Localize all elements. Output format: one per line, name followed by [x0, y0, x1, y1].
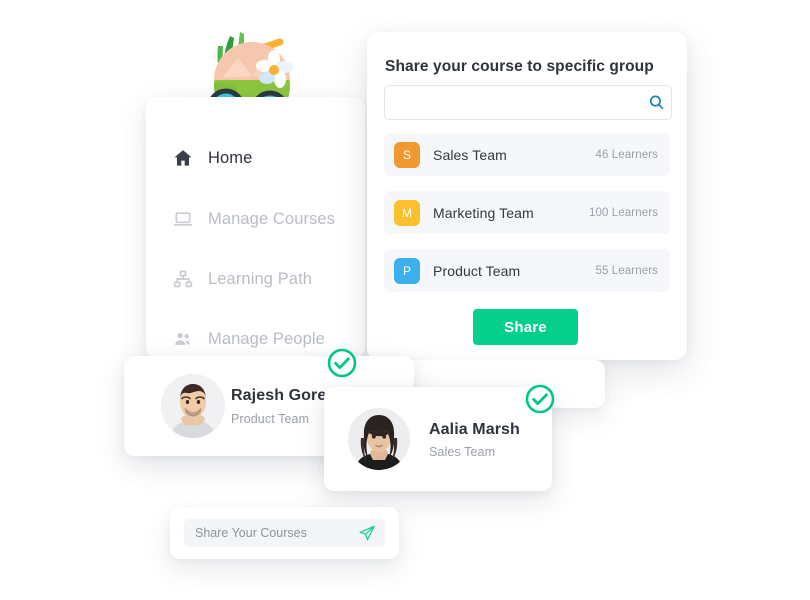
person-team: Sales Team	[429, 445, 496, 459]
search-icon[interactable]	[641, 94, 671, 111]
avatar	[348, 408, 410, 470]
search-box[interactable]	[384, 85, 672, 120]
check-circle-icon[interactable]	[326, 347, 358, 379]
avatar	[161, 374, 225, 438]
person-name: Aalia Marsh	[429, 421, 520, 438]
share-courses-bar	[170, 507, 399, 559]
team-avatar: M	[394, 199, 420, 226]
sitemap-icon	[172, 268, 194, 290]
home-icon	[172, 147, 194, 169]
laptop-icon	[172, 208, 194, 230]
person-card[interactable]: Aalia Marsh Sales Team	[324, 387, 552, 491]
team-learner-count: 100 Learners	[589, 206, 658, 219]
team-name: Sales Team	[433, 146, 507, 163]
team-learner-count: 46 Learners	[595, 148, 658, 161]
search-input[interactable]	[385, 86, 641, 119]
team-name: Marketing Team	[433, 204, 534, 221]
sidebar-item-learning-path[interactable]: Learning Path	[146, 259, 365, 299]
panel-title: Share your course to specific group	[385, 58, 654, 75]
person-name: Rajesh Gore	[231, 387, 327, 404]
send-icon[interactable]	[358, 524, 376, 542]
share-courses-input[interactable]	[193, 518, 358, 548]
team-name: Product Team	[433, 262, 521, 279]
share-button[interactable]: Share	[473, 309, 578, 345]
person-team: Product Team	[231, 412, 310, 426]
share-course-panel: Share your course to specific group S Sa…	[367, 32, 687, 360]
sidebar-item-label: Manage Courses	[208, 209, 336, 228]
team-row[interactable]: M Marketing Team 100 Learners	[384, 191, 670, 234]
team-avatar: P	[394, 257, 420, 284]
sidebar-item-label: Manage People	[208, 329, 325, 348]
sidebar-item-label: Home	[208, 148, 253, 167]
team-row[interactable]: S Sales Team 46 Learners	[384, 133, 670, 176]
people-icon	[172, 328, 194, 350]
check-circle-icon[interactable]	[524, 383, 556, 415]
team-avatar: S	[394, 141, 420, 168]
team-learner-count: 55 Learners	[595, 264, 658, 277]
sidebar-item-manage-courses[interactable]: Manage Courses	[146, 199, 365, 239]
canvas: Home Manage Courses Learning Path Manage…	[0, 0, 810, 600]
team-row[interactable]: P Product Team 55 Learners	[384, 249, 670, 292]
share-courses-field[interactable]	[184, 518, 385, 548]
sidebar-item-label: Learning Path	[208, 269, 313, 288]
sidebar-item-home[interactable]: Home	[146, 138, 365, 178]
sidebar-card: Home Manage Courses Learning Path Manage…	[146, 97, 365, 359]
